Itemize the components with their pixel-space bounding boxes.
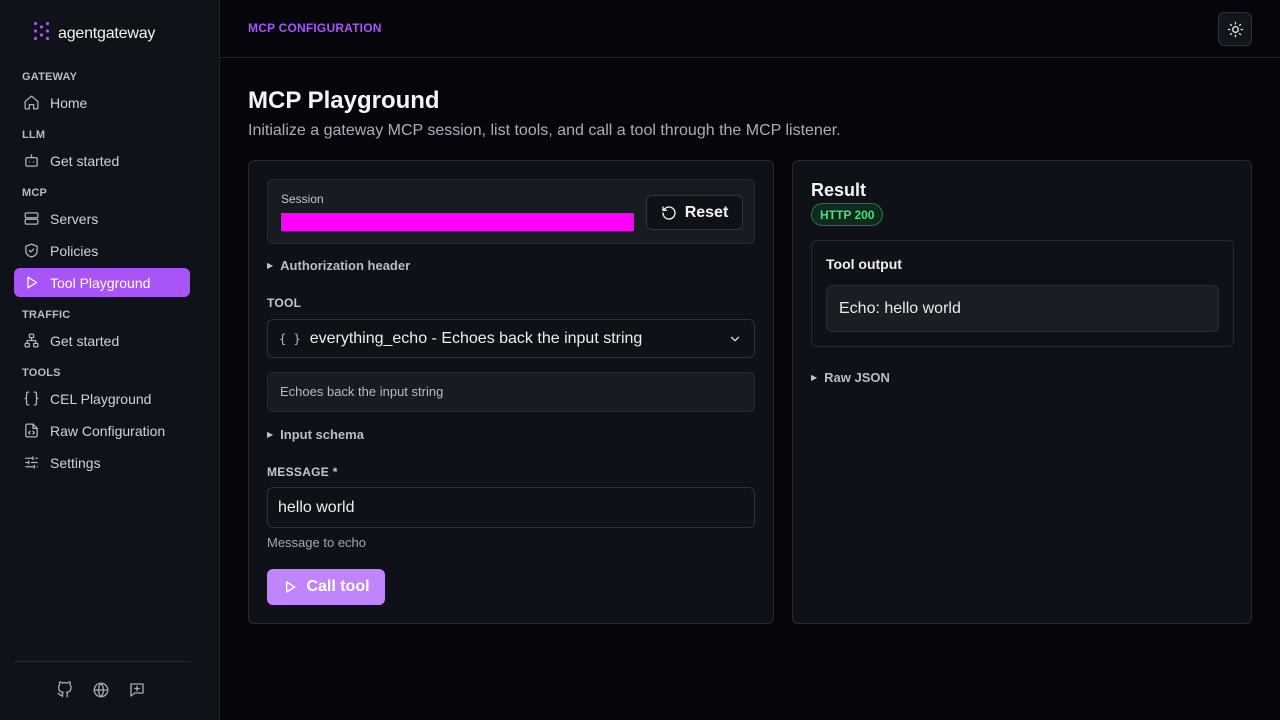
input-schema-toggle[interactable]: ▶ Input schema: [267, 427, 364, 442]
sidebar-item-traffic-get-started[interactable]: Get started: [14, 326, 190, 355]
reset-button-label: Reset: [684, 203, 729, 221]
nav-group-llm: LLM: [22, 129, 46, 141]
raw-json-toggle[interactable]: ▶ Raw JSON: [811, 370, 890, 385]
status-badge: HTTP 200: [811, 203, 884, 226]
authorization-header-label: Authorization header: [280, 258, 411, 273]
sidebar: agentgateway GATEWAY Home LLM Get starte…: [0, 0, 220, 720]
sidebar-item-cel-playground[interactable]: CEL Playground: [14, 384, 190, 413]
chevron-down-icon: [730, 336, 740, 342]
sidebar-item-servers[interactable]: Servers: [14, 204, 190, 233]
sidebar-item-label: Get started: [50, 152, 120, 169]
message-label: MESSAGE *: [267, 465, 338, 479]
caret-right-icon: ▶: [811, 373, 818, 382]
call-tool-label: Call tool: [306, 578, 370, 595]
sun-icon: [1227, 21, 1243, 37]
result-title: Result: [811, 180, 867, 200]
sidebar-item-label: CEL Playground: [50, 390, 152, 407]
message-hint: Message to echo: [267, 535, 367, 550]
page-subtitle: Initialize a gateway MCP session, list t…: [248, 122, 841, 139]
caret-right-icon: ▶: [267, 430, 274, 439]
nav-group-mcp: MCP: [22, 187, 48, 199]
nav-group-traffic: TRAFFIC: [22, 309, 71, 321]
tool-select[interactable]: { } everything_echo - Echoes back the in…: [267, 319, 755, 358]
tool-output-title: Tool output: [826, 256, 902, 272]
sidebar-item-home[interactable]: Home: [14, 88, 190, 117]
sidebar-item-label: Home: [50, 94, 88, 111]
sliders-icon: [25, 456, 38, 469]
authorization-header-toggle[interactable]: ▶ Authorization header: [267, 258, 410, 273]
nav-group-gateway: GATEWAY: [22, 71, 78, 83]
sidebar-item-label: Get started: [50, 332, 120, 349]
globe-icon[interactable]: [92, 681, 110, 699]
theme-toggle-button[interactable]: [1218, 12, 1252, 46]
sidebar-item-label: Policies: [50, 242, 99, 259]
braces-icon: [24, 391, 39, 406]
session-label: Session: [281, 192, 324, 206]
braces-icon: { }: [279, 331, 301, 346]
sidebar-footer: [56, 681, 146, 699]
play-icon: [286, 581, 296, 593]
tool-output-value: Echo: hello world: [826, 285, 1219, 332]
bot-icon: [25, 154, 38, 167]
sidebar-item-tool-playground[interactable]: Tool Playground: [14, 268, 190, 297]
github-icon[interactable]: [56, 681, 74, 699]
session-box: Session Reset: [267, 179, 755, 244]
file-code-icon: [25, 423, 38, 438]
raw-json-label: Raw JSON: [824, 370, 890, 385]
sidebar-item-raw-configuration[interactable]: Raw Configuration: [14, 416, 190, 445]
app-logo[interactable]: agentgateway: [32, 21, 155, 46]
tool-output-card: Tool output Echo: hello world: [811, 240, 1234, 347]
tool-call-panel: Session Reset ▶ Authorization header TOO…: [248, 160, 774, 624]
result-panel: Result HTTP 200 Tool output Echo: hello …: [792, 160, 1252, 624]
input-schema-label: Input schema: [280, 427, 364, 442]
sidebar-item-llm-get-started[interactable]: Get started: [14, 146, 190, 175]
reset-button[interactable]: Reset: [646, 195, 743, 230]
sidebar-item-settings[interactable]: Settings: [14, 448, 190, 477]
feedback-icon[interactable]: [128, 681, 146, 699]
caret-right-icon: ▶: [267, 261, 274, 270]
tool-description: Echoes back the input string: [267, 372, 755, 412]
reset-icon: [662, 205, 676, 220]
top-bar: MCP CONFIGURATION: [220, 0, 1280, 58]
tool-label: TOOL: [267, 296, 302, 310]
nav-group-tools: TOOLS: [22, 367, 61, 379]
session-id-redacted: [281, 213, 634, 231]
home-icon: [24, 95, 39, 110]
breadcrumb[interactable]: MCP CONFIGURATION: [248, 21, 382, 35]
network-icon: [24, 333, 39, 348]
server-icon: [24, 212, 39, 225]
shield-icon: [25, 243, 38, 258]
sidebar-divider: [14, 661, 190, 662]
message-input[interactable]: hello world: [267, 487, 755, 528]
page-title: MCP Playground: [248, 87, 440, 114]
call-tool-button[interactable]: Call tool: [267, 569, 385, 605]
sidebar-item-label: Raw Configuration: [50, 422, 166, 439]
app-name: agentgateway: [58, 24, 156, 42]
sidebar-item-label: Tool Playground: [50, 274, 151, 291]
sidebar-item-label: Settings: [50, 454, 101, 471]
play-icon: [27, 276, 38, 289]
sidebar-item-label: Servers: [50, 210, 99, 227]
logo-icon: [32, 21, 51, 46]
tool-select-value: everything_echo - Echoes back the input …: [309, 329, 643, 347]
sidebar-item-policies[interactable]: Policies: [14, 236, 190, 265]
